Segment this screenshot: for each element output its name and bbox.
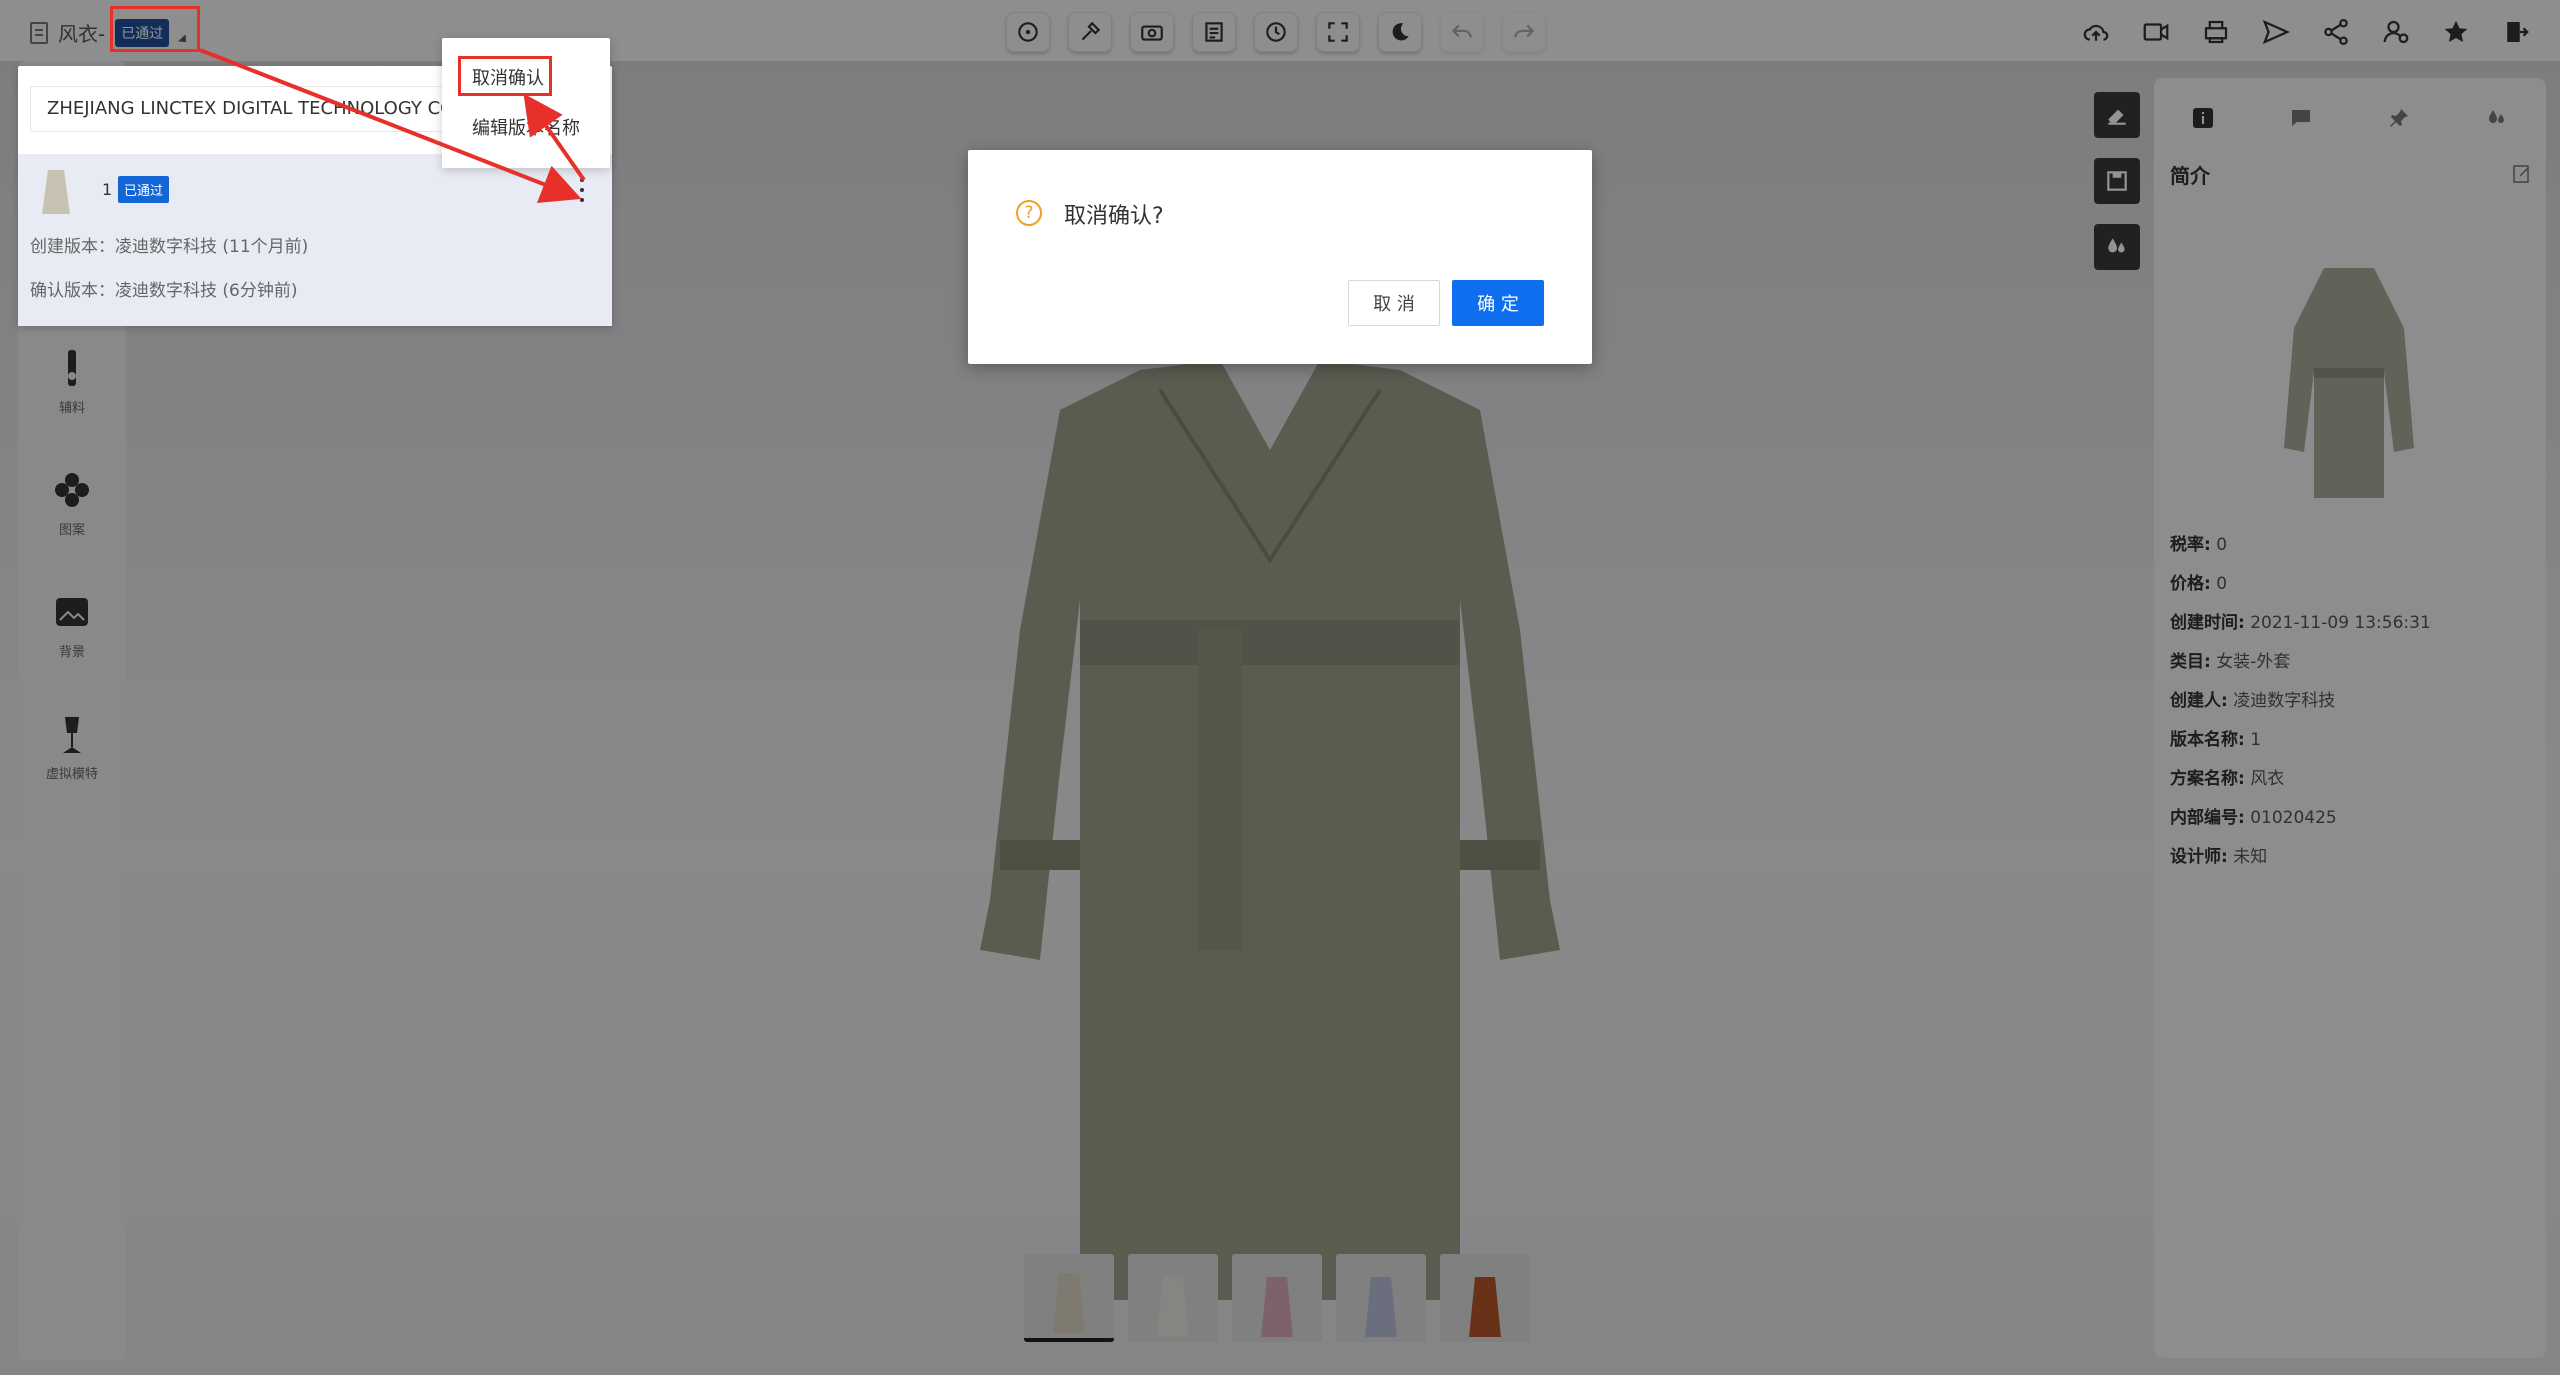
version-created-info: 创建版本：凌迪数字科技 (11个月前) [30, 237, 309, 257]
confirm-button[interactable]: 确 定 [1452, 280, 1544, 326]
version-thumbnail [42, 170, 70, 214]
company-name-field[interactable]: ZHEJIANG LINCTEX DIGITAL TECHNOLOGY CO [30, 86, 450, 132]
annotation-box-menu [458, 56, 552, 96]
version-confirmed-info: 确认版本：凌迪数字科技 (6分钟前) [30, 281, 298, 301]
annotation-box-status [110, 6, 200, 52]
more-options-icon[interactable] [580, 178, 586, 202]
version-number: 1 [102, 180, 113, 199]
confirm-dialog: ? 取消确认? 取 消 确 定 [968, 150, 1592, 364]
question-icon: ? [1016, 200, 1042, 226]
version-list-item[interactable]: 1 已通过 创建版本：凌迪数字科技 (11个月前) 确认版本：凌迪数字科技 (6… [18, 154, 612, 326]
cancel-button[interactable]: 取 消 [1348, 280, 1440, 326]
menu-item-edit-version-name[interactable]: 编辑版本名称 [472, 114, 580, 140]
dialog-title: 取消确认? [1064, 204, 1164, 229]
version-status-badge: 已通过 [118, 176, 170, 203]
